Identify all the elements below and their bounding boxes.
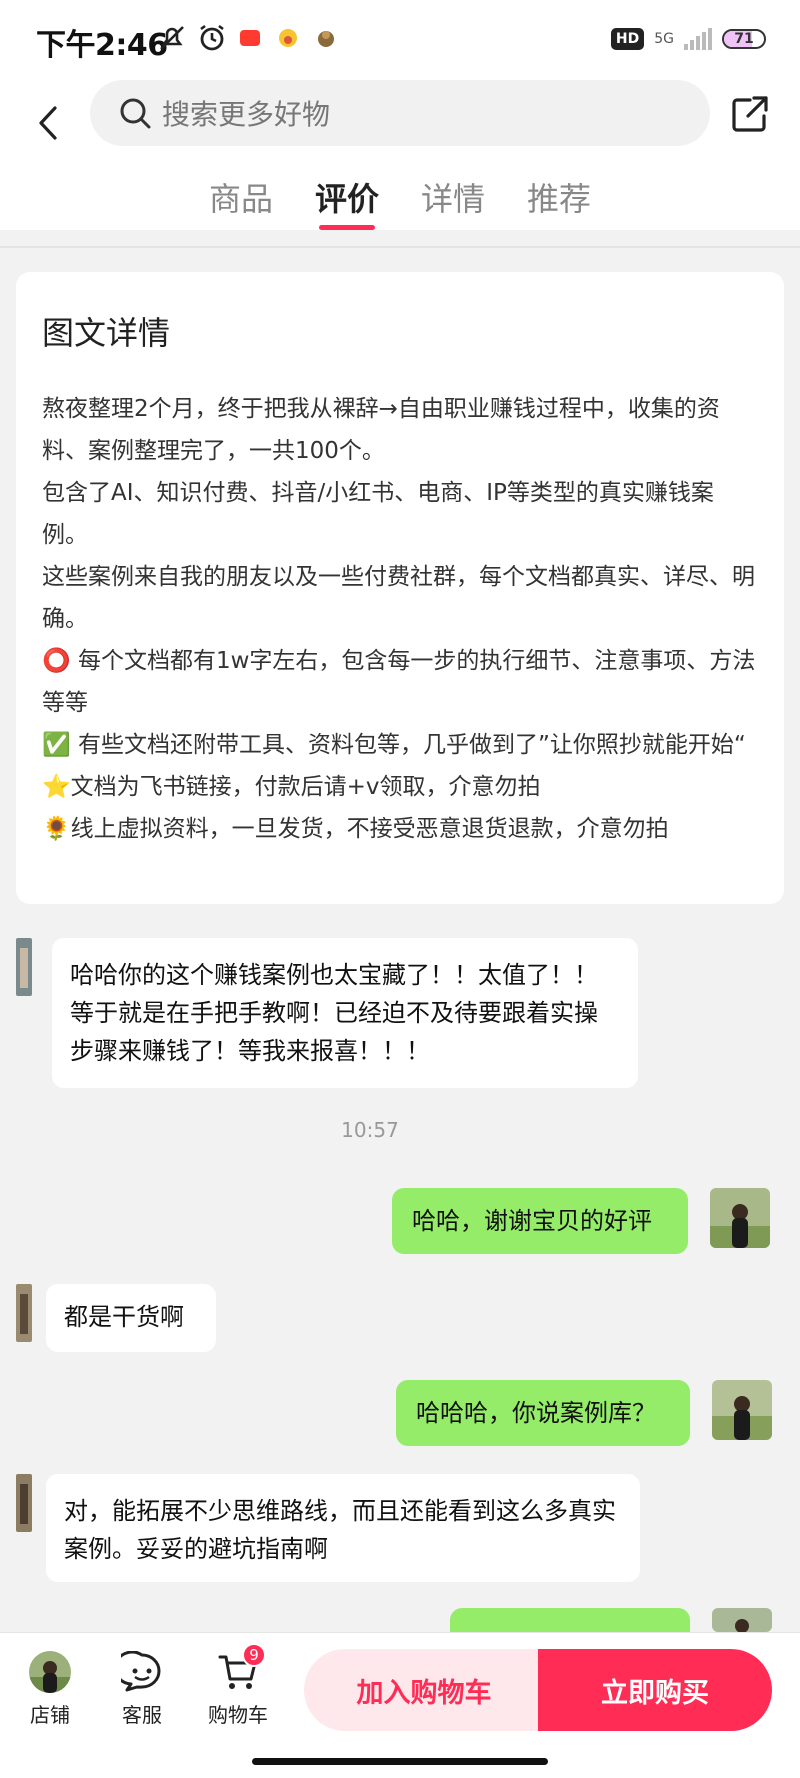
alarm-icon [200, 24, 224, 51]
avatar [16, 938, 32, 996]
detail-line: 熬夜整理2个月，终于把我从裸辞→自由职业赚钱过程中，收集的资料、案例整理完了，一… [42, 396, 720, 464]
tab-recommend[interactable]: 推荐 [527, 176, 591, 230]
tab-bar: 商品 评价 详情 推荐 [0, 176, 800, 230]
search-placeholder: 搜索更多好物 [162, 98, 331, 131]
chat-bubble-left: 都是干货啊 [46, 1284, 216, 1352]
app-notification-icon [318, 31, 334, 47]
cart-badge: 9 [242, 1643, 266, 1667]
share-button[interactable] [730, 94, 770, 134]
avatar [712, 1380, 772, 1440]
store-label: 店铺 [30, 1703, 70, 1727]
network-type: 5G [654, 31, 674, 47]
add-to-cart-button[interactable]: 加入购物车 [304, 1649, 544, 1731]
chevron-left-icon [39, 106, 57, 140]
avatar [710, 1188, 770, 1248]
detail-line: ✅ 有些文档还附带工具、资料包等，几乎做到了”让你照抄就能开始“ [42, 732, 746, 758]
chat-icon [121, 1651, 161, 1692]
divider [0, 246, 800, 248]
hd-badge: HD [610, 28, 645, 50]
tab-reviews[interactable]: 评价 [315, 176, 379, 230]
header: 搜索更多好物 商品 评价 详情 推荐 [0, 80, 800, 230]
buy-now-button[interactable]: 立即购买 [538, 1649, 772, 1731]
avatar [16, 1284, 32, 1342]
share-icon [732, 96, 768, 132]
mute-bell-icon [160, 26, 184, 50]
avatar [16, 1474, 32, 1532]
detail-line: ⭕ 每个文档都有1w字左右，包含每一步的执行细节、注意事项、方法等等 [42, 648, 756, 716]
detail-line: 包含了AI、知识付费、抖音/小红书、电商、IP等类型的真实赚钱案例。 [42, 480, 714, 548]
customer-service-button[interactable]: 客服 [102, 1651, 182, 1728]
chat-bubble-right: 哈哈哈，你说案例库？ [396, 1380, 690, 1446]
avatar [712, 1608, 772, 1632]
store-button[interactable]: 店铺 [10, 1651, 90, 1728]
detail-card: 图文详情 熬夜整理2个月，终于把我从裸辞→自由职业赚钱过程中，收集的资料、案例整… [16, 272, 784, 904]
status-bar: 下午2:46 HD 5G 71 [0, 0, 800, 80]
search-icon [120, 98, 151, 129]
cart-label: 购物车 [208, 1703, 268, 1727]
store-avatar [29, 1651, 71, 1693]
status-time: 下午2:46 [36, 28, 168, 63]
battery-text: 71 [734, 31, 754, 47]
chat-bubble-right: 哈哈，谢谢宝贝的好评 [392, 1188, 688, 1254]
back-button[interactable] [28, 98, 68, 148]
bottom-bar: 店铺 客服 9 购物车 加入购物车 立即购买 [0, 1632, 800, 1778]
detail-line: ⭐文档为飞书链接，付款后请+v领取，介意勿拍 [42, 774, 541, 800]
app-notification-icon [279, 29, 297, 47]
status-right: HD 5G 71 [610, 24, 766, 54]
service-label: 客服 [122, 1703, 162, 1727]
search-input[interactable]: 搜索更多好物 [90, 80, 710, 146]
app-notification-icon [240, 30, 260, 46]
signal-icon [684, 28, 712, 50]
chat-timestamp: 10:57 [341, 1118, 399, 1142]
battery-icon: 71 [722, 29, 766, 49]
detail-line: 🌻线上虚拟资料，一旦发货，不接受恶意退货退款，介意勿拍 [42, 816, 669, 842]
chat-bubble-left: 对，能拓展不少思维路线，而且还能看到这么多真实案例。妥妥的避坑指南啊 [46, 1474, 640, 1582]
chat-bubble-left: 哈哈你的这个赚钱案例也太宝藏了！！太值了！！等于就是在手把手教啊！已经迫不及待要… [52, 938, 638, 1088]
home-indicator[interactable] [252, 1758, 548, 1765]
detail-title: 图文详情 [42, 314, 171, 352]
tab-details[interactable]: 详情 [421, 176, 485, 230]
detail-line: 这些案例来自我的朋友以及一些付费社群，每个文档都真实、详尽、明确。 [42, 564, 755, 632]
cart-button[interactable]: 9 购物车 [196, 1643, 280, 1728]
tab-product[interactable]: 商品 [209, 176, 273, 230]
